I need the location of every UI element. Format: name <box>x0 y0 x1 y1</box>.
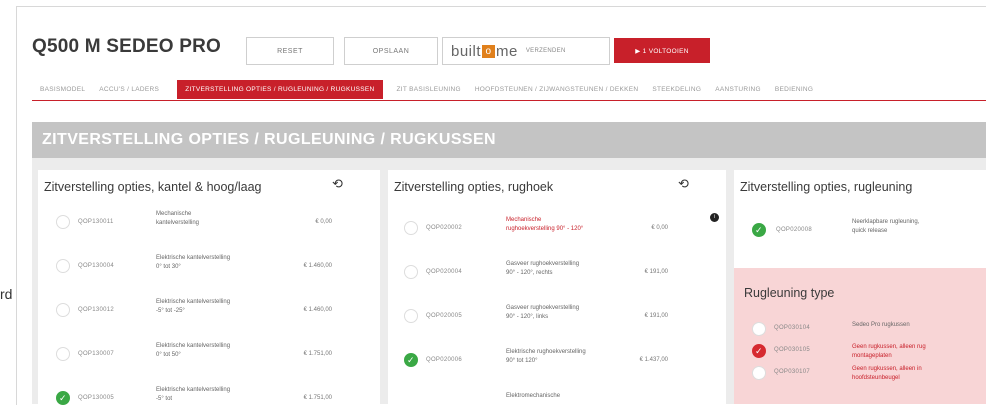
option-code: QOP030107 <box>774 369 811 375</box>
card-kantel-hoog-laag: Zitverstelling opties, kantel & hoog/laa… <box>38 170 380 405</box>
option-code: QOP130004 <box>78 263 115 269</box>
option-description: Elektromechanische <box>506 393 561 399</box>
tab-0[interactable]: BASISMODEL <box>40 86 85 93</box>
option-code: QOP020008 <box>776 227 813 233</box>
refresh-icon[interactable]: ⟲ <box>678 176 689 192</box>
card-title: Zitverstelling opties, rughoek <box>394 180 554 194</box>
option-radio[interactable] <box>56 259 70 273</box>
builtome-logo-suffix: me <box>496 42 518 60</box>
tab-5[interactable]: STEEKDELING <box>652 86 701 93</box>
check-icon: ✓ <box>755 225 763 235</box>
option-radio[interactable] <box>752 322 766 336</box>
option-price: € 0,00 <box>651 225 668 231</box>
option-description: Gasveer rughoekverstelling 90° - 120°, l… <box>506 305 580 320</box>
option-code: QOP130011 <box>78 219 114 225</box>
option-description: Elektrische kantelverstelling -5° tot -2… <box>156 299 231 314</box>
check-icon: ✓ <box>407 355 415 365</box>
option-code: QOP020002 <box>426 225 463 231</box>
builtome-send-label: VERZENDEN <box>525 48 566 54</box>
tab-underline <box>32 100 986 101</box>
option-description: Sedeo Pro rugkussen <box>852 322 910 328</box>
option-code: QOP020006 <box>426 357 463 363</box>
rugleuning-type-panel: Rugleuning type QOP030104 Sedeo Pro rugku… <box>734 268 986 404</box>
option-code: QOP130012 <box>78 307 115 313</box>
tab-6[interactable]: AANSTURING <box>715 86 761 93</box>
page-title: Q500 M SEDEO PRO <box>32 36 222 57</box>
option-description: Geen rugkussen, alleen rug montageplaten <box>852 344 926 359</box>
option-radio[interactable] <box>56 303 70 317</box>
option-radio[interactable] <box>752 366 766 380</box>
option-code: QOP130005 <box>78 395 115 401</box>
check-icon: ✓ <box>755 346 763 356</box>
option-radio[interactable]: ✓ <box>752 344 766 358</box>
tab-bar: BASISMODEL ACCU'S / LADERS ZITVERSTELLING … <box>40 78 827 100</box>
option-price: € 1.751,00 <box>303 395 332 401</box>
option-description: Mechanische rughoekverstelling 90° - 120… <box>506 217 584 232</box>
option-radio[interactable] <box>56 215 70 229</box>
option-price: € 191,00 <box>644 313 668 319</box>
option-code: QOP030105 <box>774 347 811 353</box>
option-price: € 191,00 <box>644 269 668 275</box>
card-title: Zitverstelling opties, rugleuning <box>740 180 913 194</box>
option-description: Mechanische kantelverstelling <box>156 211 200 226</box>
reset-button[interactable]: RESET <box>246 37 334 65</box>
builtome-logo-o: o <box>482 44 496 58</box>
option-description: Neerklapbare rugleuning, quick release <box>852 219 920 234</box>
tab-3[interactable]: ZIT BASISLEUNING <box>397 86 461 93</box>
card-title: Zitverstelling opties, kantel & hoog/laa… <box>44 180 262 194</box>
option-description: Elektrische kantelverstelling -5° tot <box>156 387 231 402</box>
option-radio[interactable]: ✓ <box>56 391 70 405</box>
option-price: € 0,00 <box>315 219 332 225</box>
tab-7[interactable]: BEDIENING <box>775 86 813 93</box>
option-radio[interactable]: ✓ <box>404 353 418 367</box>
option-description: Elektrische rughoekverstelling 90° tot 1… <box>506 349 586 364</box>
option-description: Gasveer rughoekverstelling 90° - 120°, r… <box>506 261 580 276</box>
option-code: QOP030104 <box>774 325 811 331</box>
tab-2[interactable]: ZITVERSTELLING OPTIES / RUGLEUNING / RUG… <box>177 79 383 99</box>
option-price: € 1.751,00 <box>303 351 332 357</box>
option-code: QOP020005 <box>426 313 463 319</box>
card-rugleuning: Zitverstelling opties, rugleuning Rugleu… <box>734 170 986 404</box>
option-radio[interactable] <box>56 347 70 361</box>
complete-button[interactable]: ▶ 1 VOLTOOIEN <box>614 38 710 63</box>
option-radio[interactable] <box>404 221 418 235</box>
option-code: QOP020004 <box>426 269 463 275</box>
option-description: Elektrische kantelverstelling 0° tot 50° <box>156 343 231 358</box>
partial-side-text: rd <box>0 286 13 302</box>
option-description: Geen rugkussen, alleen in hoofdsteunbeug… <box>852 366 922 381</box>
option-radio[interactable] <box>404 265 418 279</box>
builtome-logo: built o me <box>451 43 518 60</box>
section-title: ZITVERSTELLING OPTIES / RUGLEUNING / RUG… <box>32 122 986 158</box>
refresh-icon[interactable]: ⟲ <box>332 176 343 192</box>
save-button[interactable]: OPSLAAN <box>344 37 438 65</box>
check-icon: ✓ <box>59 393 67 403</box>
option-price: € 1.437,00 <box>639 357 668 363</box>
info-icon[interactable]: i <box>710 213 719 222</box>
card-rughoek: Zitverstelling opties, rughoek ⟲ i QOP02… <box>388 170 726 404</box>
option-description: Elektrische kantelverstelling 0° tot 30° <box>156 255 231 270</box>
option-radio[interactable]: ✓ <box>752 223 766 237</box>
option-price: € 1.460,00 <box>303 307 332 313</box>
tab-1[interactable]: ACCU'S / LADERS <box>99 86 159 93</box>
builtome-send-button[interactable]: built o me VERZENDEN <box>442 37 610 65</box>
tab-4[interactable]: HOOFDSTEUNEN / ZIJWANGSTEUNEN / DEKKEN <box>475 86 639 93</box>
builtome-logo-prefix: built <box>451 42 482 60</box>
option-price: € 1.460,00 <box>303 263 332 269</box>
option-code: QOP130007 <box>78 351 115 357</box>
option-radio[interactable] <box>404 309 418 323</box>
rugleuning-type-title: Rugleuning type <box>744 286 835 300</box>
